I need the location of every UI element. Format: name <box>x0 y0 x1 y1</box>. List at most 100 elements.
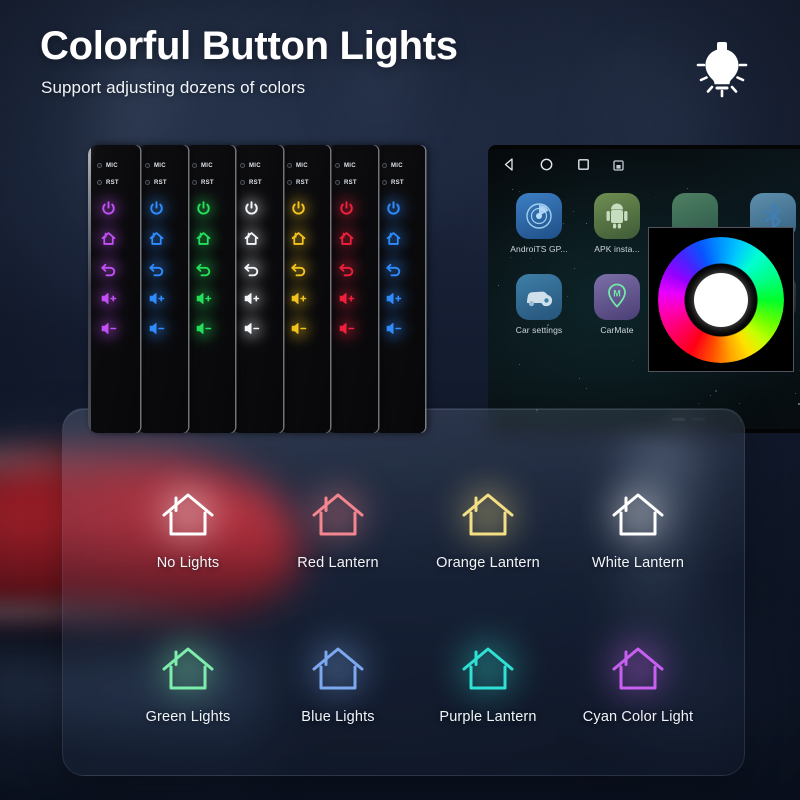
volume-down-button[interactable] <box>236 313 267 344</box>
legend-item-label: Blue Lights <box>301 709 375 725</box>
color-wheel-picker[interactable] <box>648 227 794 372</box>
color-preview-knob[interactable] <box>694 272 748 327</box>
power-button[interactable] <box>378 193 409 224</box>
home-button[interactable] <box>188 223 219 254</box>
mic-hole-icon <box>145 163 150 168</box>
back-button[interactable] <box>188 253 219 284</box>
legend-item[interactable]: Cyan Color Light <box>563 630 713 725</box>
legend-item[interactable]: Red Lantern <box>263 476 413 571</box>
power-button[interactable] <box>236 193 267 224</box>
home-button[interactable] <box>236 223 267 254</box>
indicator-mic: MIC <box>326 157 378 174</box>
volume-up-icon <box>148 290 165 307</box>
rst-hole-icon <box>382 180 387 185</box>
rst-label: RST <box>249 179 262 186</box>
power-button[interactable] <box>188 193 219 224</box>
android-head-unit-screen: AndroiTS GP... APK insta... Car settings… <box>488 145 800 433</box>
back-arrow-icon <box>243 260 260 277</box>
legend-item-label: Cyan Color Light <box>582 709 694 725</box>
home-icon <box>195 230 212 247</box>
indicator-mic: MIC <box>278 157 330 174</box>
volume-down-button[interactable] <box>331 313 362 344</box>
legend-item[interactable]: Green Lights <box>113 630 263 725</box>
power-button[interactable] <box>331 193 362 224</box>
home-button[interactable] <box>331 223 362 254</box>
volume-up-button[interactable] <box>331 283 362 314</box>
mic-hole-icon <box>97 163 102 168</box>
volume-down-icon <box>100 320 117 337</box>
back-arrow-icon <box>100 260 117 277</box>
power-icon <box>290 200 307 217</box>
rst-label: RST <box>201 179 214 186</box>
legend-item-label: White Lantern <box>591 555 685 571</box>
home-icon <box>243 230 260 247</box>
mic-hole-icon <box>382 163 387 168</box>
home-icon <box>338 230 355 247</box>
home-button[interactable] <box>283 223 314 254</box>
volume-up-button[interactable] <box>378 283 409 314</box>
back-arrow-icon <box>195 260 212 277</box>
legend-item[interactable]: No Lights <box>113 476 263 571</box>
home-icon <box>385 230 402 247</box>
indicator-rst: RST <box>136 174 188 191</box>
screenshot-icon[interactable] <box>613 158 624 176</box>
panel-blue: MIC RST <box>136 145 188 433</box>
app-apk-installer[interactable]: APK insta... <box>578 193 656 254</box>
back-arrow-icon <box>290 260 307 277</box>
volume-up-button[interactable] <box>236 283 267 314</box>
back-button[interactable] <box>331 253 362 284</box>
back-button[interactable] <box>93 253 124 284</box>
volume-up-button[interactable] <box>141 283 172 314</box>
power-button[interactable] <box>93 193 124 224</box>
legend-item[interactable]: Purple Lantern <box>413 630 563 725</box>
back-button[interactable] <box>378 253 409 284</box>
back-arrow-icon <box>338 260 355 277</box>
volume-down-button[interactable] <box>93 313 124 344</box>
indicator-rst: RST <box>183 174 235 191</box>
home-button[interactable] <box>378 223 409 254</box>
power-button[interactable] <box>283 193 314 224</box>
volume-up-icon <box>100 290 117 307</box>
panel-red: MIC RST <box>326 145 378 433</box>
home-button[interactable] <box>93 223 124 254</box>
volume-down-button[interactable] <box>283 313 314 344</box>
app-label: AndroiTS GP... <box>510 244 568 254</box>
android-app-icon <box>594 193 640 239</box>
home-icon <box>148 230 165 247</box>
volume-up-icon <box>195 290 212 307</box>
legend-item[interactable]: Blue Lights <box>263 630 413 725</box>
volume-down-button[interactable] <box>188 313 219 344</box>
home-icon <box>290 230 307 247</box>
app-car-settings[interactable]: Car settings <box>500 274 578 335</box>
home-outline-icon <box>445 630 531 706</box>
rst-label: RST <box>391 179 404 186</box>
android-navigation-bar <box>488 153 800 179</box>
home-button[interactable] <box>141 223 172 254</box>
back-arrow-icon <box>385 260 402 277</box>
power-button[interactable] <box>141 193 172 224</box>
volume-up-button[interactable] <box>188 283 219 314</box>
app-label: Car settings <box>515 325 563 335</box>
app-androits-gps[interactable]: AndroiTS GP... <box>500 193 578 254</box>
volume-up-button[interactable] <box>93 283 124 314</box>
back-triangle-icon[interactable] <box>502 157 517 177</box>
indicator-mic: MIC <box>231 157 283 174</box>
mic-label: MIC <box>106 162 118 169</box>
app-carmate[interactable]: M CarMate <box>578 274 656 335</box>
volume-up-button[interactable] <box>283 283 314 314</box>
back-button[interactable] <box>141 253 172 284</box>
home-outline-icon <box>145 476 231 552</box>
volume-down-button[interactable] <box>141 313 172 344</box>
legend-item[interactable]: White Lantern <box>563 476 713 571</box>
back-button[interactable] <box>283 253 314 284</box>
volume-down-button[interactable] <box>378 313 409 344</box>
home-circle-icon[interactable] <box>539 157 554 177</box>
legend-item[interactable]: Orange Lantern <box>413 476 563 571</box>
mic-label: MIC <box>154 162 166 169</box>
volume-down-icon <box>148 320 165 337</box>
volume-down-icon <box>385 320 402 337</box>
recents-square-icon[interactable] <box>576 157 591 177</box>
panel-purple: MIC RST <box>88 145 140 433</box>
back-button[interactable] <box>236 253 267 284</box>
mic-label: MIC <box>249 162 261 169</box>
